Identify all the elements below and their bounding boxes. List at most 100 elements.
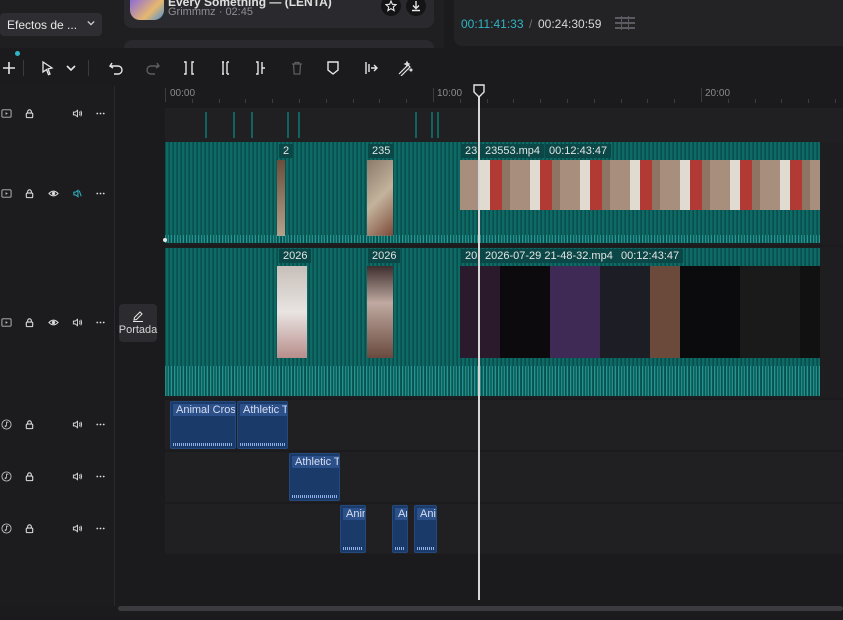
- more-icon[interactable]: [94, 107, 106, 119]
- edit-pencil-icon: [133, 311, 143, 322]
- lock-icon[interactable]: [23, 418, 35, 430]
- add-track-button[interactable]: [0, 59, 18, 77]
- more-icon[interactable]: [94, 522, 106, 534]
- lock-icon[interactable]: [23, 522, 35, 534]
- chevron-down-icon: [66, 65, 76, 72]
- ruler-tick: [647, 99, 648, 103]
- volume-muted-icon[interactable]: [71, 187, 83, 199]
- ruler-tick: [808, 99, 809, 103]
- select-tool-menu-button[interactable]: [62, 59, 80, 77]
- volume-icon[interactable]: [71, 418, 83, 430]
- audio-clip[interactable]: Athletic Th: [237, 401, 288, 449]
- volume-icon[interactable]: [71, 522, 83, 534]
- effects-dropdown[interactable]: Efectos de ...: [0, 13, 102, 36]
- split-right-icon: [256, 61, 265, 75]
- music-artist: Grimmmz: [168, 6, 216, 18]
- track-lane-effects[interactable]: [165, 108, 843, 142]
- split-left-button[interactable]: [216, 59, 234, 77]
- ruler-tick: [728, 99, 729, 103]
- audio-clip[interactable]: Anim: [414, 505, 437, 553]
- effect-marker[interactable]: [205, 112, 207, 138]
- audio-clip-label: Anim: [343, 508, 365, 520]
- audio-clip[interactable]: Athletic Th: [289, 453, 340, 501]
- audio-clip[interactable]: Ani: [392, 505, 408, 553]
- lock-icon[interactable]: [23, 470, 35, 482]
- clip-handle[interactable]: [163, 238, 167, 242]
- track-lane-audio-3[interactable]: [165, 504, 843, 554]
- ruler-tick: [165, 88, 166, 102]
- auto-edit-button[interactable]: [396, 59, 414, 77]
- volume-icon[interactable]: [71, 470, 83, 482]
- current-time: 00:11:41:33: [461, 17, 524, 31]
- lock-icon[interactable]: [23, 107, 35, 119]
- timeline-toolbar: [0, 52, 843, 84]
- redo-icon: [146, 62, 160, 75]
- audio-clip[interactable]: Anim: [340, 505, 366, 553]
- ruler-tick: [326, 99, 327, 103]
- more-icon[interactable]: [94, 187, 106, 199]
- audio-waveform: [292, 495, 337, 498]
- time-separator: /: [529, 17, 533, 31]
- split-left-icon: [222, 61, 229, 75]
- clip-duration: 00:12:43:47: [545, 144, 612, 158]
- effect-marker[interactable]: [298, 112, 300, 138]
- delete-button[interactable]: [288, 59, 306, 77]
- more-icon[interactable]: [94, 418, 106, 430]
- effect-marker[interactable]: [437, 112, 439, 138]
- clip-label: 2026: [279, 249, 312, 263]
- music-thumbnail: [130, 0, 164, 20]
- music-item-next[interactable]: [124, 40, 434, 48]
- effect-marker[interactable]: [287, 112, 289, 138]
- cover-button[interactable]: Portada: [119, 304, 157, 342]
- ruler-tick-label: 00:00: [170, 88, 196, 99]
- volume-icon[interactable]: [71, 316, 83, 328]
- track-lane-audio-2[interactable]: [165, 452, 843, 502]
- main-clip-group[interactable]: [165, 248, 820, 396]
- ruler-tick: [594, 99, 595, 103]
- clip-label: 2026: [368, 249, 401, 263]
- clip-label: 235: [368, 144, 395, 158]
- add-icon: [3, 62, 15, 74]
- clip-thumbnail: [277, 160, 285, 236]
- volume-icon[interactable]: [71, 107, 83, 119]
- ruler-tick: [835, 99, 836, 103]
- marker-button[interactable]: [324, 59, 342, 77]
- effect-marker[interactable]: [251, 112, 253, 138]
- audio-clip[interactable]: Animal Crossi: [170, 401, 236, 449]
- ruler-tick: [781, 99, 782, 103]
- playhead-handle-icon[interactable]: [473, 84, 485, 98]
- split-button[interactable]: [180, 59, 198, 77]
- ruler-tick: [192, 99, 193, 103]
- more-icon[interactable]: [94, 470, 106, 482]
- visibility-icon: [0, 107, 12, 119]
- audio-waveform: [165, 366, 820, 396]
- grid-icon: [615, 16, 635, 30]
- music-note-icon: [0, 418, 12, 430]
- grid-toggle-button[interactable]: [614, 15, 636, 31]
- time-ruler[interactable]: [165, 86, 843, 106]
- split-right-button[interactable]: [251, 59, 269, 77]
- lock-icon[interactable]: [23, 316, 35, 328]
- eye-icon[interactable]: [47, 187, 59, 199]
- effect-marker[interactable]: [233, 112, 235, 138]
- undo-button[interactable]: [107, 59, 125, 77]
- music-note-icon: [0, 470, 12, 482]
- eye-icon[interactable]: [47, 316, 59, 328]
- timeline-scrollbar-thumb[interactable]: [118, 606, 843, 611]
- redo-button[interactable]: [144, 59, 162, 77]
- audio-clip-label: Ani: [395, 508, 407, 520]
- music-subtitle: Grimmmz · 02:45: [168, 6, 253, 18]
- ruler-tick: [299, 99, 300, 103]
- effect-marker[interactable]: [431, 112, 433, 138]
- select-tool-button[interactable]: [39, 59, 57, 77]
- clip-label: 2: [279, 144, 294, 158]
- playhead[interactable]: [478, 86, 480, 600]
- ruler-tick: [272, 99, 273, 103]
- audio-waveform: [417, 547, 434, 550]
- effect-marker[interactable]: [415, 112, 417, 138]
- extract-audio-button[interactable]: [362, 59, 380, 77]
- clip-label: 2026-07-29 21-48-32.mp4: [481, 249, 617, 263]
- more-icon[interactable]: [94, 316, 106, 328]
- ruler-tick-label: 20:00: [705, 88, 731, 99]
- lock-icon[interactable]: [23, 187, 35, 199]
